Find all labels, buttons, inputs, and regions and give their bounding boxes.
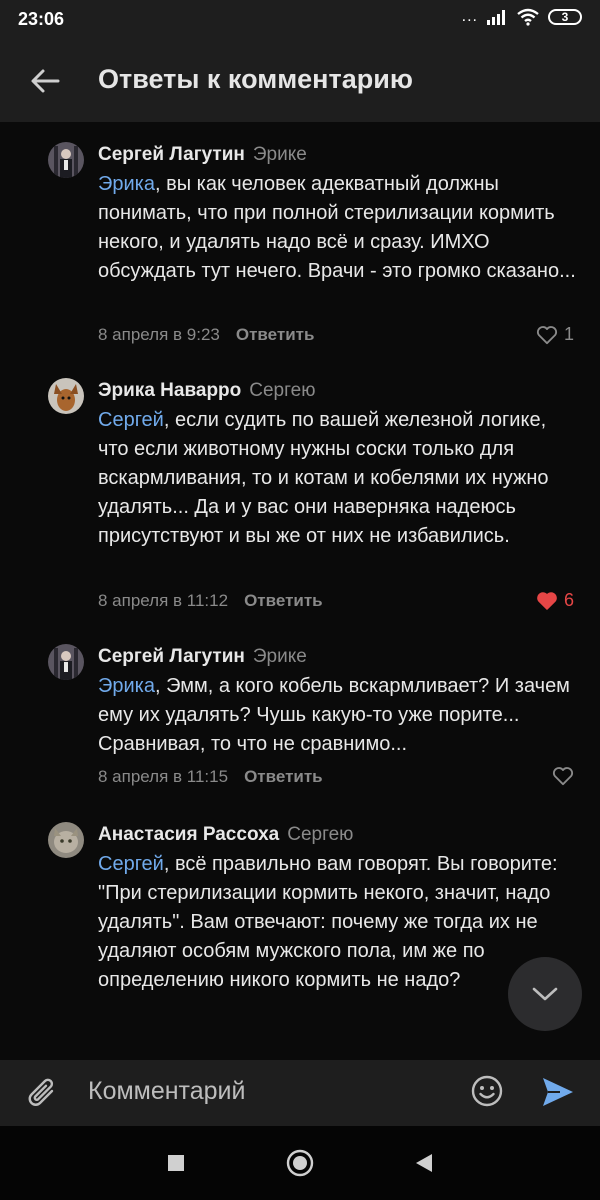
comment-reply-to: Эрике: [252, 646, 307, 667]
recents-button[interactable]: [161, 1148, 191, 1178]
emoji-icon[interactable]: [470, 1074, 504, 1108]
comment-text: Эрика, Эмм, а кого кобель вскармливает? …: [98, 672, 578, 759]
reply-button[interactable]: Ответить: [236, 325, 315, 344]
comment-body: , Эмм, а кого кобель вскармливает? И зач…: [98, 675, 570, 755]
comment-header: Анастасия Рассоха Сергею: [98, 824, 353, 846]
comment-body: , вы как человек адекватный должны поним…: [98, 173, 576, 282]
comment-reply-to: Сергею: [249, 380, 316, 401]
comment-author[interactable]: Сергей Лагутин: [98, 646, 245, 667]
comment-body: , всё правильно вам говорят. Вы говорите…: [98, 853, 558, 991]
status-time: 23:06: [18, 9, 65, 29]
square-icon: [168, 1155, 184, 1171]
comment-date: 8 апреля в 11:12: [98, 591, 229, 610]
comment-header: Эрика Наварро Сергею: [98, 380, 315, 402]
comment-author[interactable]: Сергей Лагутин: [98, 144, 245, 165]
page-title: Ответы к комментарию: [98, 64, 413, 94]
comment-meta: 8 апреля в 9:23 Ответить: [98, 325, 314, 345]
heart-outline-icon: [536, 325, 558, 344]
heart-filled-icon: [537, 591, 557, 610]
avatar[interactable]: [48, 644, 84, 680]
like-button[interactable]: 1: [536, 324, 574, 345]
home-button[interactable]: [285, 1148, 315, 1178]
mention-link[interactable]: Эрика: [98, 675, 155, 697]
comment-reply-to: Эрике: [252, 144, 307, 165]
comment-text: Сергей, всё правильно вам говорят. Вы го…: [98, 850, 578, 995]
send-icon[interactable]: [540, 1074, 576, 1110]
mention-link[interactable]: Сергей: [98, 853, 164, 875]
comment-date: 8 апреля в 11:15: [98, 767, 229, 786]
comment-author[interactable]: Эрика Наварро: [98, 380, 241, 401]
scroll-down-button[interactable]: [508, 957, 582, 1031]
comment-date: 8 апреля в 9:23: [98, 325, 220, 344]
wifi-icon: [517, 8, 539, 26]
like-count: 6: [563, 590, 574, 610]
comment-header: Сергей Лагутин Эрике: [98, 144, 307, 166]
comments-feed[interactable]: Сергей Лагутин Эрике Эрика, вы как челове…: [0, 122, 600, 1060]
reply-button[interactable]: Ответить: [244, 767, 323, 786]
comment-text: Эрика, вы как человек адекватный должны …: [98, 170, 578, 286]
signal-dots-icon: ...: [461, 8, 478, 25]
mention-link[interactable]: Эрика: [98, 173, 155, 195]
reply-button[interactable]: Ответить: [244, 591, 323, 610]
like-button[interactable]: 6: [536, 590, 574, 611]
avatar[interactable]: [48, 822, 84, 858]
back-arrow-icon[interactable]: [28, 64, 62, 98]
heart-outline-icon: [552, 767, 574, 786]
attach-icon[interactable]: [26, 1075, 60, 1111]
comment-meta: 8 апреля в 11:15 Ответить: [98, 767, 323, 787]
comment-meta: 8 апреля в 11:12 Ответить: [98, 591, 323, 611]
comment-body: , если судить по вашей железной логике, …: [98, 409, 549, 547]
signal-icon: [487, 10, 505, 25]
back-button[interactable]: [409, 1148, 439, 1178]
system-nav-bar: [0, 1126, 600, 1200]
battery-icon: 3: [548, 9, 582, 25]
like-count: 1: [563, 324, 574, 344]
comment-composer: Комментарий: [0, 1060, 600, 1126]
status-icons: ... 3: [462, 8, 582, 26]
like-button[interactable]: [552, 766, 574, 786]
circle-icon: [286, 1149, 314, 1177]
app-header: Ответы к комментарию: [0, 40, 600, 122]
comment-text: Сергей, если судить по вашей железной ло…: [98, 406, 578, 551]
status-bar: 23:06 ... 3: [0, 0, 600, 40]
mention-link[interactable]: Сергей: [98, 409, 164, 431]
chevron-down-icon: [532, 987, 558, 1001]
triangle-left-icon: [416, 1154, 432, 1172]
avatar[interactable]: [48, 142, 84, 178]
comment-input[interactable]: Комментарий: [88, 1077, 245, 1106]
comment-reply-to: Сергею: [287, 824, 354, 845]
comment-header: Сергей Лагутин Эрике: [98, 646, 307, 668]
comment-author[interactable]: Анастасия Рассоха: [98, 824, 279, 845]
avatar[interactable]: [48, 378, 84, 414]
